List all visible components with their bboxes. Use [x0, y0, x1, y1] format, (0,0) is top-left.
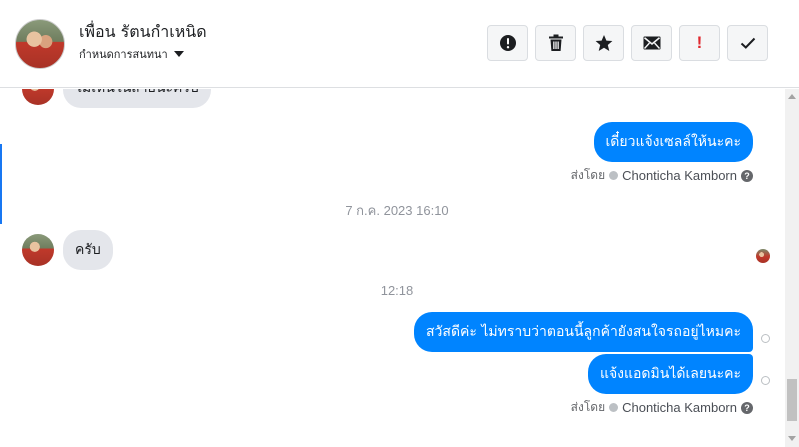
selection-indicator: [0, 144, 2, 224]
conversation-header: เพื่อน รัตนกำเหนิด กำหนดการสนทนา !: [0, 0, 799, 88]
timestamp: 7 ก.ค. 2023 16:10: [345, 203, 449, 218]
delete-button[interactable]: [535, 25, 576, 61]
exclamation-icon: !: [696, 33, 703, 52]
check-circle-icon: [609, 171, 619, 180]
scroll-down-arrow-icon[interactable]: [788, 436, 796, 441]
star-button[interactable]: [583, 25, 624, 61]
caret-down-icon: [173, 51, 184, 57]
follow-up-button[interactable]: !: [679, 25, 720, 61]
conversation-label-text: กำหนดการสนทนา: [79, 48, 168, 61]
incoming-message: ไม่เห็นในสายนะครับ: [63, 89, 211, 108]
sent-status-icon: [761, 334, 770, 343]
outgoing-message: เดี๋ยวแจ้งเซลล์ให้นะคะ: [593, 122, 753, 162]
mark-spam-button[interactable]: [487, 25, 528, 61]
sender-name: Chonticha Kamborn: [622, 168, 737, 183]
conversation-label-dropdown[interactable]: กำหนดการสนทนา: [79, 45, 184, 63]
sent-by-label: ส่งโดย: [570, 168, 606, 182]
outgoing-message: สวัสดีค่ะ ไม่ทราบว่าตอนนี้ลูกค้ายังสนใจร…: [414, 312, 753, 352]
sent-by-line: ส่งโดย Chonticha Kamborn ?: [571, 166, 753, 185]
help-icon[interactable]: ?: [741, 169, 753, 182]
contact-avatar[interactable]: [15, 19, 65, 69]
header-actions: !: [487, 25, 768, 61]
thread-scrollbar[interactable]: [785, 89, 799, 447]
check-circle-icon: [609, 403, 619, 412]
trash-icon: [548, 34, 563, 51]
mark-done-button[interactable]: [727, 25, 768, 61]
checkmark-icon: [740, 37, 755, 49]
outgoing-message: แจ้งแอดมินได้เลยนะคะ: [587, 354, 753, 394]
sent-by-label: ส่งโดย: [570, 400, 606, 414]
scroll-up-arrow-icon[interactable]: [788, 94, 796, 99]
contact-avatar-small: [22, 234, 54, 266]
envelope-icon: [643, 36, 660, 50]
sent-by-line: ส่งโดย Chonticha Kamborn ?: [571, 398, 753, 417]
seen-avatar: [756, 249, 770, 263]
sender-name: Chonticha Kamborn: [622, 400, 737, 415]
timestamp: 12:18: [380, 283, 414, 298]
scrollbar-thumb[interactable]: [787, 379, 797, 421]
sent-status-icon: [761, 376, 770, 385]
contact-name[interactable]: เพื่อน รัตนกำเหนิด: [79, 20, 207, 45]
mark-unread-button[interactable]: [631, 25, 672, 61]
message-thread: ไม่เห็นในสายนะครับ เดี๋ยวแจ้งเซลล์ให้นะค…: [0, 89, 785, 447]
exclamation-circle-icon: [499, 35, 516, 51]
star-icon: [595, 35, 612, 51]
contact-avatar-small: [22, 89, 54, 105]
incoming-message: ครับ: [63, 230, 113, 270]
help-icon[interactable]: ?: [741, 401, 753, 414]
